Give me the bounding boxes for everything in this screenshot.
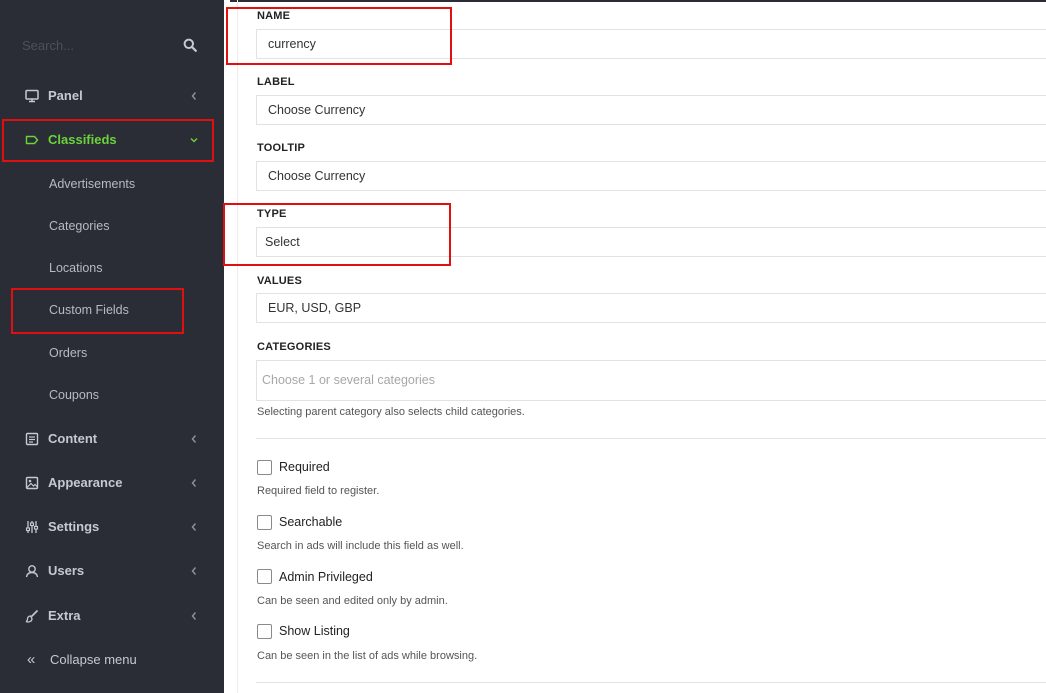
sidebar-subitem-custom-fields[interactable]: Custom Fields bbox=[0, 293, 224, 327]
sidebar-subitem-label: Custom Fields bbox=[49, 303, 129, 317]
sidebar-item-label: Content bbox=[48, 431, 98, 446]
sidebar-subitem-categories[interactable]: Categories bbox=[0, 209, 224, 243]
categories-field-label: CATEGORIES bbox=[257, 341, 331, 353]
collapse-menu-button[interactable]: « Collapse menu bbox=[0, 642, 224, 676]
type-select[interactable]: Select bbox=[256, 227, 1046, 257]
searchable-help-text: Search in ads will include this field as… bbox=[257, 540, 464, 552]
chevron-left-icon bbox=[191, 612, 197, 620]
admin-privileged-help-text: Can be seen and edited only by admin. bbox=[257, 595, 448, 607]
tooltip-field-value: Choose Currency bbox=[268, 169, 366, 183]
document-icon bbox=[25, 432, 39, 446]
type-field-label: TYPE bbox=[257, 208, 287, 220]
section-divider bbox=[256, 682, 1046, 683]
sidebar-search bbox=[0, 26, 224, 64]
sidebar-subitem-label: Categories bbox=[49, 219, 110, 233]
search-input[interactable] bbox=[22, 34, 172, 56]
chevron-down-icon bbox=[190, 138, 198, 143]
name-field[interactable]: currency bbox=[256, 29, 1046, 59]
chevron-left-icon bbox=[191, 479, 197, 487]
sidebar-item-extra[interactable]: Extra bbox=[0, 598, 224, 634]
collapse-menu-label: Collapse menu bbox=[50, 652, 137, 667]
sidebar-item-label: Classifieds bbox=[48, 132, 117, 147]
sidebar-item-settings[interactable]: Settings bbox=[0, 509, 224, 545]
sidebar-item-label: Panel bbox=[48, 88, 83, 103]
searchable-checkbox[interactable] bbox=[257, 515, 272, 530]
values-field-label: VALUES bbox=[257, 275, 303, 287]
sidebar-item-label: Settings bbox=[48, 519, 100, 534]
show-listing-checkbox-label[interactable]: Show Listing bbox=[279, 624, 350, 638]
sidebar-item-content[interactable]: Content bbox=[0, 421, 224, 457]
type-select-value: Select bbox=[265, 235, 300, 249]
required-checkbox[interactable] bbox=[257, 460, 272, 475]
tag-icon bbox=[25, 135, 39, 145]
sidebar-subitem-locations[interactable]: Locations bbox=[0, 251, 224, 285]
label-field-value: Choose Currency bbox=[268, 103, 366, 117]
image-icon bbox=[25, 476, 39, 490]
chevron-left-icon bbox=[191, 435, 197, 443]
values-field[interactable]: EUR, USD, GBP bbox=[256, 293, 1046, 323]
admin-privileged-checkbox-label[interactable]: Admin Privileged bbox=[279, 570, 373, 584]
label-field-label: LABEL bbox=[257, 76, 295, 88]
sidebar: Panel Classifieds Advertisements Categor… bbox=[0, 0, 224, 693]
name-field-value: currency bbox=[268, 37, 316, 51]
sliders-icon bbox=[25, 521, 39, 533]
sidebar-subitem-label: Orders bbox=[49, 346, 88, 360]
user-icon bbox=[25, 565, 39, 578]
sidebar-item-label: Users bbox=[48, 563, 85, 578]
chevron-left-icon bbox=[191, 92, 197, 100]
admin-privileged-checkbox[interactable] bbox=[257, 569, 272, 584]
categories-help-text: Selecting parent category also selects c… bbox=[257, 406, 525, 418]
section-divider bbox=[256, 438, 1046, 439]
sidebar-subitem-orders[interactable]: Orders bbox=[0, 336, 224, 370]
sidebar-subitem-label: Locations bbox=[49, 261, 103, 275]
tooltip-field[interactable]: Choose Currency bbox=[256, 161, 1046, 191]
required-checkbox-label[interactable]: Required bbox=[279, 460, 330, 474]
double-chevron-left-icon: « bbox=[27, 651, 36, 668]
tooltip-field-label: TOOLTIP bbox=[257, 142, 306, 154]
sidebar-subitem-coupons[interactable]: Coupons bbox=[0, 378, 224, 412]
label-field[interactable]: Choose Currency bbox=[256, 95, 1046, 125]
content-divider-vertical bbox=[237, 0, 238, 693]
values-field-value: EUR, USD, GBP bbox=[268, 301, 362, 315]
sidebar-item-users[interactable]: Users bbox=[0, 553, 224, 589]
monitor-icon bbox=[25, 89, 39, 103]
show-listing-help-text: Can be seen in the list of ads while bro… bbox=[257, 650, 478, 662]
search-icon[interactable] bbox=[183, 38, 197, 52]
chevron-left-icon bbox=[191, 523, 197, 531]
sidebar-item-label: Extra bbox=[48, 608, 81, 623]
sidebar-subitem-label: Advertisements bbox=[49, 177, 136, 191]
show-listing-checkbox[interactable] bbox=[257, 624, 272, 639]
sidebar-subitem-advertisements[interactable]: Advertisements bbox=[0, 167, 224, 201]
searchable-checkbox-label[interactable]: Searchable bbox=[279, 515, 342, 529]
sidebar-item-appearance[interactable]: Appearance bbox=[0, 465, 224, 501]
top-border bbox=[230, 0, 1046, 2]
sidebar-subitem-label: Coupons bbox=[49, 388, 100, 402]
name-field-label: NAME bbox=[257, 10, 291, 22]
sidebar-item-classifieds[interactable]: Classifieds bbox=[0, 122, 224, 158]
chevron-left-icon bbox=[191, 567, 197, 575]
brush-icon bbox=[25, 609, 39, 623]
sidebar-item-panel[interactable]: Panel bbox=[0, 78, 224, 114]
categories-placeholder: Choose 1 or several categories bbox=[262, 373, 436, 387]
categories-multiselect[interactable]: Choose 1 or several categories bbox=[256, 360, 1046, 401]
required-help-text: Required field to register. bbox=[257, 485, 380, 497]
sidebar-item-label: Appearance bbox=[48, 475, 123, 490]
